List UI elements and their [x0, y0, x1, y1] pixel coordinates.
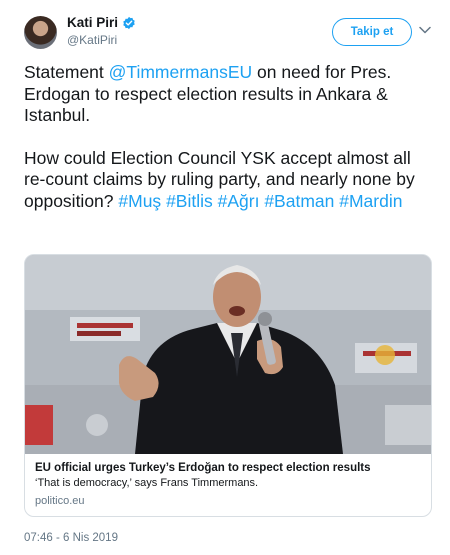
tweet-timestamp[interactable]: 07:46 - 6 Nis 2019 — [24, 532, 118, 544]
card-domain: politico.eu — [35, 495, 85, 507]
avatar[interactable] — [24, 16, 57, 49]
verified-badge-icon — [123, 16, 135, 29]
speaker-photo-illustration — [25, 255, 431, 454]
card-text[interactable]: EU official urges Turkey’s Erdoğan to re… — [25, 454, 431, 509]
hashtag-link[interactable]: #Ağrı — [218, 191, 260, 211]
author-name[interactable]: Kati Piri — [67, 15, 118, 30]
hashtag-link[interactable]: #Bitlis — [166, 191, 213, 211]
tweet-text-segment: Statement — [24, 62, 109, 82]
card-title[interactable]: EU official urges Turkey’s Erdoğan to re… — [35, 461, 421, 476]
mention-link[interactable]: @TimmermansEU — [109, 62, 253, 82]
follow-button[interactable]: Takip et — [332, 18, 412, 46]
author-handle[interactable]: @KatiPiri — [67, 33, 117, 47]
tweet-text: Statement @TimmermansEU on need for Pres… — [24, 62, 434, 212]
card-description: ‘That is democracy,’ says Frans Timmerma… — [35, 477, 259, 489]
hashtag-link[interactable]: #Muş — [118, 191, 161, 211]
card-image[interactable] — [25, 255, 431, 454]
hashtag-link[interactable]: #Batman — [264, 191, 334, 211]
link-preview-card[interactable]: EU official urges Turkey’s Erdoğan to re… — [24, 254, 432, 517]
author-name-row[interactable]: Kati Piri — [67, 15, 136, 30]
tweet-paragraph-1: Statement @TimmermansEU on need for Pres… — [24, 62, 434, 127]
chevron-down-icon[interactable] — [419, 26, 431, 34]
hashtag-link[interactable]: #Mardin — [339, 191, 402, 211]
tweet-paragraph-2: How could Election Council YSK accept al… — [24, 148, 434, 213]
